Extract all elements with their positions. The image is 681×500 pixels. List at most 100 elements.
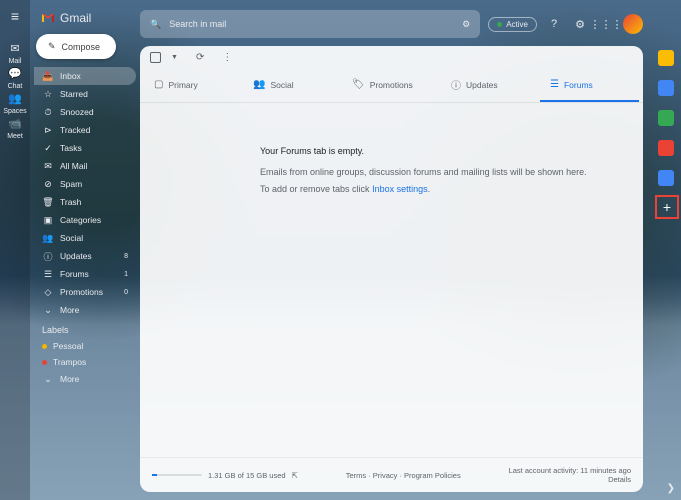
label-pessoal[interactable]: Pessoal [34,338,136,354]
primary-icon: ▢ [154,79,163,90]
mail-toolbar: ▼ ⟳ ⋮ [140,46,643,69]
nav-label: Trash [60,197,81,207]
nav-categories[interactable]: ▣Categories [34,211,136,229]
details-link[interactable]: Details [509,475,631,484]
main-area: 🔍 ⚙ Active ? ⚙ ⋮⋮⋮ ▼ ⟳ ⋮ ▢ Primary 👥Social… [140,0,651,500]
rail-mail[interactable]: ✉Mail [3,40,26,65]
search-input[interactable] [169,19,454,29]
meet-icon: 📹 [7,115,23,131]
left-app-rail: ≡ ✉Mail💬Chat👥Spaces📹Meet [0,0,30,500]
top-icons: Active ? ⚙ ⋮⋮⋮ [488,14,643,34]
nav-spam[interactable]: ⊘Spam [34,175,136,193]
nav-count: 0 [124,289,128,296]
right-addon-rail [651,0,681,500]
avatar[interactable] [623,14,643,34]
activity-text: Last account activity: 11 minutes ago [509,466,631,475]
category-tabs: ▢ Primary 👥Social🏷Promotions ⓘ Updates ☰Forum… [140,69,643,103]
tab-updates[interactable]: ⓘ Updates [441,69,540,102]
more-icon[interactable]: ⋮ [222,52,232,63]
nav-label: Inbox [60,71,81,81]
gmail-logo[interactable]: Gmail [34,8,136,34]
nav-promotions[interactable]: ◇Promotions0 [34,283,136,301]
addon-1[interactable] [658,80,674,96]
nav-label: All Mail [60,161,87,171]
privacy-link[interactable]: Privacy [373,471,398,480]
empty-title: Your Forums tab is empty. [260,143,643,160]
nav-all-mail[interactable]: ✉All Mail [34,157,136,175]
nav-label: Social [60,233,83,243]
nav-count: 8 [124,253,128,260]
addon-3[interactable] [658,140,674,156]
nav-forums[interactable]: ☰Forums1 [34,265,136,283]
nav-tracked[interactable]: ⊳ Tracked [34,121,136,139]
tracked-icon: ⊳ [42,124,54,136]
nav-updates[interactable]: ⓘ Updates 8 [34,247,136,265]
rail-meet[interactable]: 📹Meet [3,115,26,140]
nav-label: More [60,305,79,315]
tab-label: Primary [168,80,197,90]
empty-line1: Emails from online groups, discussion fo… [260,164,643,181]
tab-promotions[interactable]: 🏷Promotions [342,69,441,102]
nav-inbox[interactable]: 📥 Inbox [34,67,136,85]
nav-label: Tracked [60,125,90,135]
rail-spaces[interactable]: 👥Spaces [3,90,26,115]
add-addon-button[interactable]: + [655,195,679,219]
help-icon[interactable]: ? [545,15,563,33]
storage-bar [152,474,202,476]
refresh-icon[interactable]: ⟳ [196,52,204,63]
apps-icon[interactable]: ⋮⋮⋮ [597,15,615,33]
label-text: Pessoal [53,341,83,351]
label-trampos[interactable]: Trampos [34,354,136,370]
nav-starred[interactable]: ☆Starred [34,85,136,103]
inbox-icon: 📥 [42,70,54,82]
gear-icon[interactable]: ⚙ [571,15,589,33]
label-dot [42,344,47,349]
gmail-icon [40,10,56,26]
storage-text: 1.31 GB of 15 GB used [208,471,286,480]
footer: 1.31 GB of 15 GB used ⇱ Terms · Privacy … [140,457,643,492]
social-icon: 👥 [42,232,54,244]
inbox-settings-link[interactable]: Inbox settings [372,184,428,194]
tab-label: Promotions [370,80,413,90]
nav-label: Updates [60,251,92,261]
terms-link[interactable]: Terms [346,471,366,480]
tab-label: Forums [564,80,593,90]
empty-line2: To add or remove tabs click Inbox settin… [260,181,643,198]
addon-2[interactable] [658,110,674,126]
logo-text: Gmail [60,11,91,25]
nav-tasks[interactable]: ✓Tasks [34,139,136,157]
chevron-down-icon[interactable]: ▼ [171,54,178,61]
nav-count: 1 [124,271,128,278]
updates-icon: ⓘ [42,250,54,262]
nav-more[interactable]: ⌄More [34,301,136,319]
nav-social[interactable]: 👥 Social [34,229,136,247]
menu-icon[interactable]: ≡ [11,8,19,24]
compose-button[interactable]: ✎ Compose [36,34,116,59]
select-all-checkbox[interactable] [150,52,161,63]
tune-icon[interactable]: ⚙ [462,19,470,30]
label-more[interactable]: ⌄More [34,370,136,388]
spaces-icon: 👥 [7,90,23,106]
sidebar: Gmail ✎ Compose 📥 Inbox ☆Starred⏱Snoozed ⊳ T… [30,0,140,500]
tab-forums[interactable]: ☰Forums [540,69,639,102]
empty-state: Your Forums tab is empty. Emails from on… [140,103,643,457]
starred-icon: ☆ [42,88,54,100]
rail-chat[interactable]: 💬Chat [3,65,26,90]
addon-4[interactable] [658,170,674,186]
nav-label: Snoozed [60,107,94,117]
spam-icon: ⊘ [42,178,54,190]
tab-social[interactable]: 👥Social [243,69,342,102]
labels-header: Labels [34,319,136,338]
chat-icon: 💬 [7,65,23,81]
pencil-icon: ✎ [48,41,56,52]
tab-label: Updates [466,80,498,90]
status-active[interactable]: Active [488,17,537,32]
search-bar[interactable]: 🔍 ⚙ [140,10,480,38]
addon-0[interactable] [658,50,674,66]
search-icon: 🔍 [150,19,161,30]
nav-snoozed[interactable]: ⏱Snoozed [34,103,136,121]
nav-trash[interactable]: 🗑Trash [34,193,136,211]
tab-primary[interactable]: ▢ Primary [144,69,243,102]
updates-icon: ⓘ [451,77,461,92]
policies-link[interactable]: Program Policies [404,471,461,480]
